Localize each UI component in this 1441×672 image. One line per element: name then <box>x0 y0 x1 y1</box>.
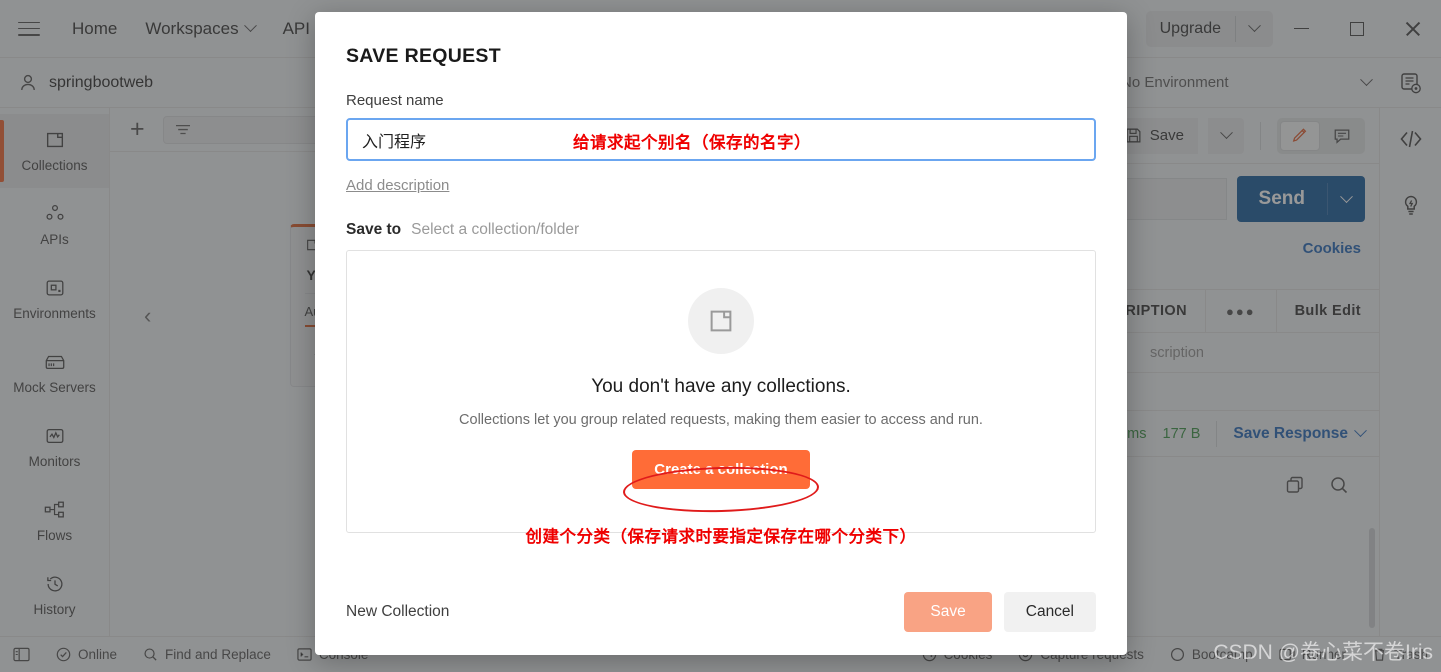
create-a-collection-button[interactable]: Create a collection <box>632 450 810 489</box>
save-to-value[interactable]: Select a collection/folder <box>411 221 579 239</box>
empty-collections-body: Collections let you group related reques… <box>459 412 983 428</box>
modal-footer: New Collection Save Cancel <box>315 569 1127 655</box>
save-to-label: Save to <box>346 221 402 238</box>
modal-save-button[interactable]: Save <box>904 592 992 632</box>
modal-title: SAVE REQUEST <box>346 45 501 67</box>
watermark: CSDN @卷心菜不卷Iris <box>1213 641 1433 664</box>
save-to-row: Save to Select a collection/folder <box>315 195 1127 239</box>
new-collection-button[interactable]: New Collection <box>346 603 449 621</box>
collection-picker-empty-state: You don't have any collections. Collecti… <box>346 250 1096 546</box>
request-name-field-wrap: 给请求起个别名（保存的名字） <box>315 109 1127 161</box>
empty-collections-heading: You don't have any collections. <box>591 376 851 397</box>
empty-folder-badge <box>688 288 754 354</box>
add-description-link[interactable]: Add description <box>315 161 449 194</box>
modal-cancel-button[interactable]: Cancel <box>1003 592 1096 632</box>
request-name-label: Request name <box>346 92 444 109</box>
save-request-modal: SAVE REQUEST Request name 给请求起个别名（保存的名字）… <box>315 12 1127 655</box>
annotation-collection-note: 创建个分类（保存请求时要指定保存在哪个分类下） <box>525 528 917 546</box>
folder-icon <box>710 310 732 332</box>
annotation-request-name: 给请求起个别名（保存的名字） <box>573 134 811 152</box>
